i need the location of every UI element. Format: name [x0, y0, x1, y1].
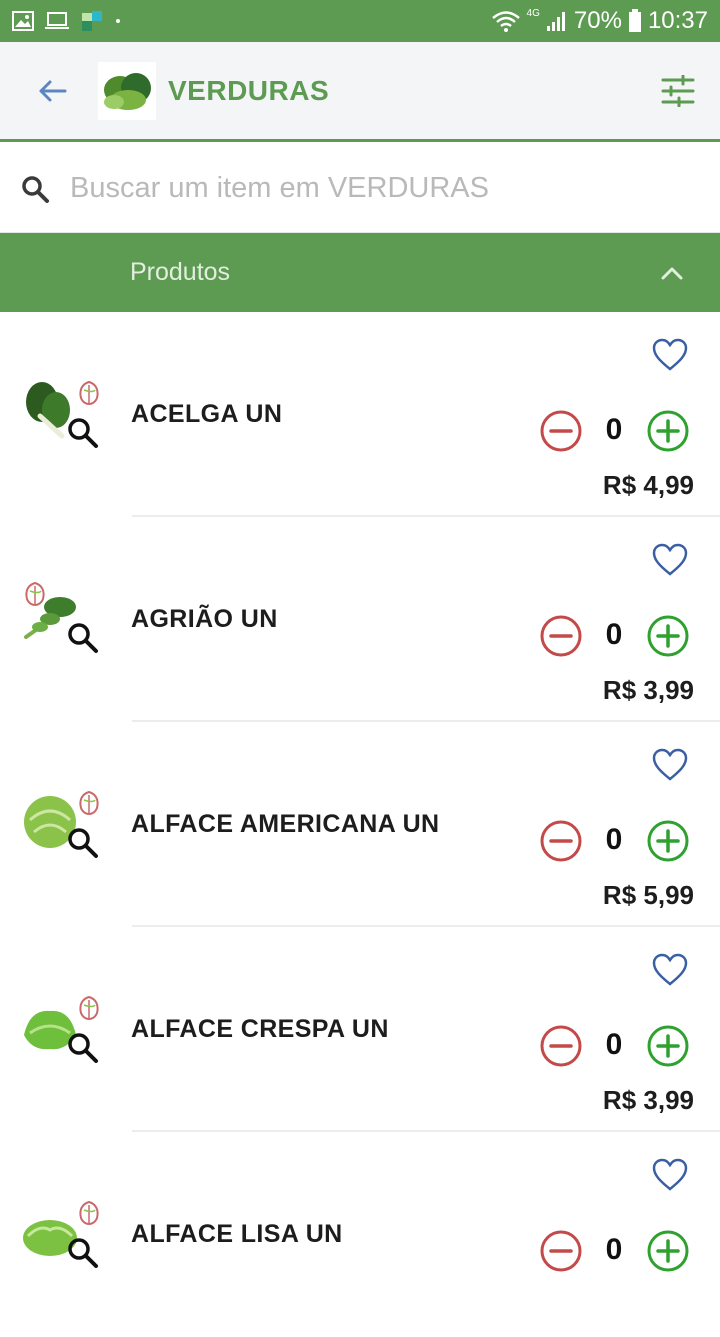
product-price: R$ 3,99: [602, 1085, 694, 1115]
search-input[interactable]: [70, 172, 720, 205]
heart-icon[interactable]: [652, 953, 688, 987]
status-right: 4G 70% 10:37: [491, 7, 708, 35]
app-icon: [82, 11, 102, 31]
quantity-value: 0: [605, 1028, 623, 1061]
battery-icon: [628, 9, 641, 32]
list-item: ALFACE LISA UN 0: [0, 1132, 720, 1337]
product-image-button[interactable]: [18, 374, 104, 454]
product-price: R$ 5,99: [602, 880, 694, 910]
heart-icon[interactable]: [652, 748, 688, 782]
quantity-value: 0: [605, 823, 623, 856]
network-label: 4G: [526, 7, 540, 19]
filter-button[interactable]: [654, 67, 702, 115]
lettuce-badge-icon: [79, 1200, 99, 1226]
decrease-quantity-button[interactable]: [540, 1230, 582, 1272]
search-bar: [0, 145, 720, 233]
page-title: VERDURAS: [168, 74, 330, 106]
decrease-quantity-button[interactable]: [540, 615, 582, 657]
product-name: ALFACE AMERICANA UN: [131, 810, 440, 838]
product-list: ACELGA UN 0 R$ 4,99 AGRIÃO UN 0 R$ 3,99 …: [0, 312, 720, 1337]
increase-quantity-button[interactable]: [647, 1230, 689, 1272]
product-name: ACELGA UN: [131, 400, 283, 428]
signal-icon: [546, 12, 565, 31]
heart-icon[interactable]: [652, 338, 688, 372]
status-left: [12, 11, 122, 31]
laptop-icon: [45, 12, 69, 29]
gallery-icon: [12, 11, 34, 31]
clock: 10:37: [647, 7, 708, 34]
section-header-produtos[interactable]: Produtos: [0, 233, 720, 312]
lettuce-badge-icon: [79, 995, 99, 1021]
sliders-icon: [661, 74, 695, 107]
app-header: VERDURAS: [0, 42, 720, 142]
increase-quantity-button[interactable]: [647, 615, 689, 657]
category-image: [98, 61, 156, 120]
product-price: R$ 4,99: [602, 470, 694, 500]
zoom-icon: [68, 1033, 98, 1063]
lettuce-badge-icon: [25, 581, 45, 607]
decrease-quantity-button[interactable]: [540, 820, 582, 862]
arrow-left-icon: [39, 80, 67, 101]
status-bar: 4G 70% 10:37: [0, 0, 720, 42]
zoom-icon: [68, 828, 98, 858]
heart-icon[interactable]: [652, 1158, 688, 1192]
increase-quantity-button[interactable]: [647, 410, 689, 452]
list-item: AGRIÃO UN 0 R$ 3,99: [0, 517, 720, 722]
heart-icon[interactable]: [652, 543, 688, 577]
vegetables-icon: [104, 72, 151, 110]
product-price: R$ 3,99: [602, 675, 694, 705]
decrease-quantity-button[interactable]: [540, 1025, 582, 1067]
list-item: ALFACE CRESPA UN 0 R$ 3,99: [0, 927, 720, 1132]
zoom-icon: [68, 623, 98, 653]
increase-quantity-button[interactable]: [647, 820, 689, 862]
product-name: ALFACE CRESPA UN: [131, 1015, 389, 1043]
lettuce-badge-icon: [79, 790, 99, 816]
zoom-icon: [68, 418, 98, 448]
back-button[interactable]: [22, 61, 82, 121]
zoom-icon: [68, 1238, 98, 1268]
quantity-value: 0: [605, 413, 623, 446]
increase-quantity-button[interactable]: [647, 1025, 689, 1067]
product-image-button[interactable]: [18, 989, 104, 1069]
product-name: AGRIÃO UN: [131, 605, 278, 633]
dot-icon: [116, 19, 120, 23]
quantity-value: 0: [605, 618, 623, 651]
search-icon: [22, 175, 49, 203]
chevron-up-icon: [661, 267, 683, 279]
product-image-button[interactable]: [18, 1194, 104, 1274]
list-item: ACELGA UN 0 R$ 4,99: [0, 312, 720, 517]
section-label: Produtos: [130, 258, 231, 286]
battery-percent: 70%: [573, 7, 622, 34]
list-item: ALFACE AMERICANA UN 0 R$ 5,99: [0, 722, 720, 927]
product-image-button[interactable]: [18, 784, 104, 864]
quantity-value: 0: [605, 1233, 623, 1266]
product-image-button[interactable]: [18, 579, 104, 659]
product-name: ALFACE LISA UN: [131, 1220, 343, 1248]
wifi-icon: [491, 11, 520, 32]
lettuce-badge-icon: [79, 380, 99, 406]
decrease-quantity-button[interactable]: [540, 410, 582, 452]
